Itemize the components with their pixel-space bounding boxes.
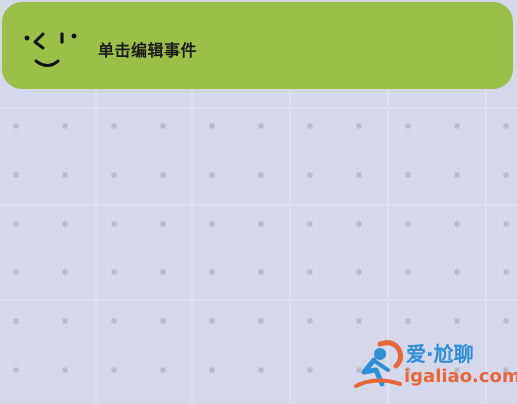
grid-dot bbox=[111, 221, 117, 227]
grid-dot bbox=[454, 318, 460, 324]
grid-dot bbox=[13, 221, 19, 227]
grid-dot bbox=[454, 221, 460, 227]
grid-dot bbox=[307, 367, 313, 373]
grid-dot bbox=[405, 123, 411, 129]
grid-dot bbox=[258, 123, 264, 129]
grid-dot bbox=[307, 269, 313, 275]
grid-dot bbox=[13, 318, 19, 324]
event-card[interactable]: 单击编辑事件 bbox=[2, 2, 513, 89]
grid-dot bbox=[62, 367, 68, 373]
grid-dot bbox=[13, 269, 19, 275]
site-watermark: 爱·尬聊 igaliao.com bbox=[352, 338, 517, 396]
grid-dot bbox=[111, 123, 117, 129]
grid-dot bbox=[160, 123, 166, 129]
grid-dot bbox=[307, 172, 313, 178]
grid-dot bbox=[209, 318, 215, 324]
grid-dot bbox=[356, 123, 362, 129]
grid-dot bbox=[160, 221, 166, 227]
event-card-label: 单击编辑事件 bbox=[98, 41, 198, 60]
grid-dot bbox=[160, 172, 166, 178]
grid-dot bbox=[111, 318, 117, 324]
grid-dot bbox=[454, 269, 460, 275]
grid-dot bbox=[503, 221, 509, 227]
grid-dot bbox=[356, 318, 362, 324]
grid-dot bbox=[160, 318, 166, 324]
grid-dot bbox=[356, 172, 362, 178]
grid-dot bbox=[111, 269, 117, 275]
grid-dot bbox=[405, 269, 411, 275]
watermark-title: 爱·尬聊 bbox=[406, 342, 474, 366]
grid-dot bbox=[209, 123, 215, 129]
grid-dot bbox=[62, 123, 68, 129]
grid-dot bbox=[62, 318, 68, 324]
grid-dot bbox=[209, 367, 215, 373]
grid-dot bbox=[405, 172, 411, 178]
grid-dot bbox=[503, 269, 509, 275]
grid-dot bbox=[160, 367, 166, 373]
grid-dot bbox=[503, 318, 509, 324]
grid-dot bbox=[307, 318, 313, 324]
grid-dot bbox=[454, 123, 460, 129]
grid-dot bbox=[111, 367, 117, 373]
grid-dot bbox=[62, 269, 68, 275]
grid-dot bbox=[405, 318, 411, 324]
grid-dot bbox=[13, 172, 19, 178]
grid-dot bbox=[503, 123, 509, 129]
grid-dot bbox=[454, 172, 460, 178]
grid-dot bbox=[307, 221, 313, 227]
grid-dot bbox=[111, 172, 117, 178]
grid-dot bbox=[356, 221, 362, 227]
grid-dot bbox=[258, 367, 264, 373]
grid-dot bbox=[62, 172, 68, 178]
grid-dot bbox=[13, 123, 19, 129]
grid-dot bbox=[258, 269, 264, 275]
runner-logo-icon bbox=[354, 340, 404, 388]
grid-dot bbox=[503, 172, 509, 178]
grid-dot bbox=[62, 221, 68, 227]
grid-dot bbox=[307, 123, 313, 129]
grid-dot bbox=[13, 367, 19, 373]
grid-dot bbox=[405, 221, 411, 227]
grid-dot bbox=[209, 269, 215, 275]
grid-dot bbox=[258, 172, 264, 178]
smiley-face-icon bbox=[24, 32, 77, 67]
grid-dot bbox=[258, 318, 264, 324]
grid-dot bbox=[209, 172, 215, 178]
grid-dot bbox=[258, 221, 264, 227]
watermark-url: igaliao.com bbox=[404, 366, 517, 387]
grid-dot bbox=[209, 221, 215, 227]
grid-dot bbox=[356, 269, 362, 275]
grid-dot bbox=[160, 269, 166, 275]
